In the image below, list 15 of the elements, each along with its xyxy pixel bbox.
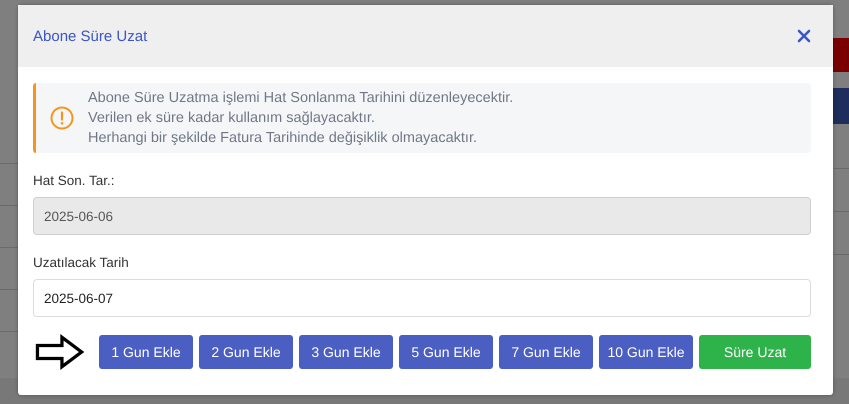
add-days-button[interactable]: 5 Gun Ekle bbox=[399, 335, 493, 369]
add-days-button[interactable]: 1 Gun Ekle bbox=[99, 335, 193, 369]
warning-icon bbox=[50, 106, 74, 130]
add-days-button[interactable]: 2 Gun Ekle bbox=[199, 335, 293, 369]
field-label: Uzatılacak Tarih bbox=[33, 255, 130, 270]
add-days-button[interactable]: 10 Gun Ekle bbox=[599, 335, 693, 369]
alert-text: Abone Süre Uzatma işlemi Hat Sonlanma Tarihini düzenleyecektir. bbox=[88, 90, 514, 106]
add-days-button[interactable]: 7 Gun Ekle bbox=[499, 335, 593, 369]
date-field[interactable]: 2025-06-07 bbox=[33, 279, 811, 317]
dialog-title: Abone Süre Uzat bbox=[33, 28, 148, 44]
add-days-button[interactable]: 3 Gun Ekle bbox=[299, 335, 393, 369]
close-icon[interactable] bbox=[797, 29, 811, 43]
alert-text: Verilen ek süre kadar kullanım sağlayacaktır. bbox=[88, 110, 376, 126]
alert-text: Herhangi bir şekilde Fatura Tarihinde değişiklik olmayacaktır. bbox=[88, 130, 478, 146]
field-label: Hat Son. Tar.: bbox=[33, 173, 116, 188]
